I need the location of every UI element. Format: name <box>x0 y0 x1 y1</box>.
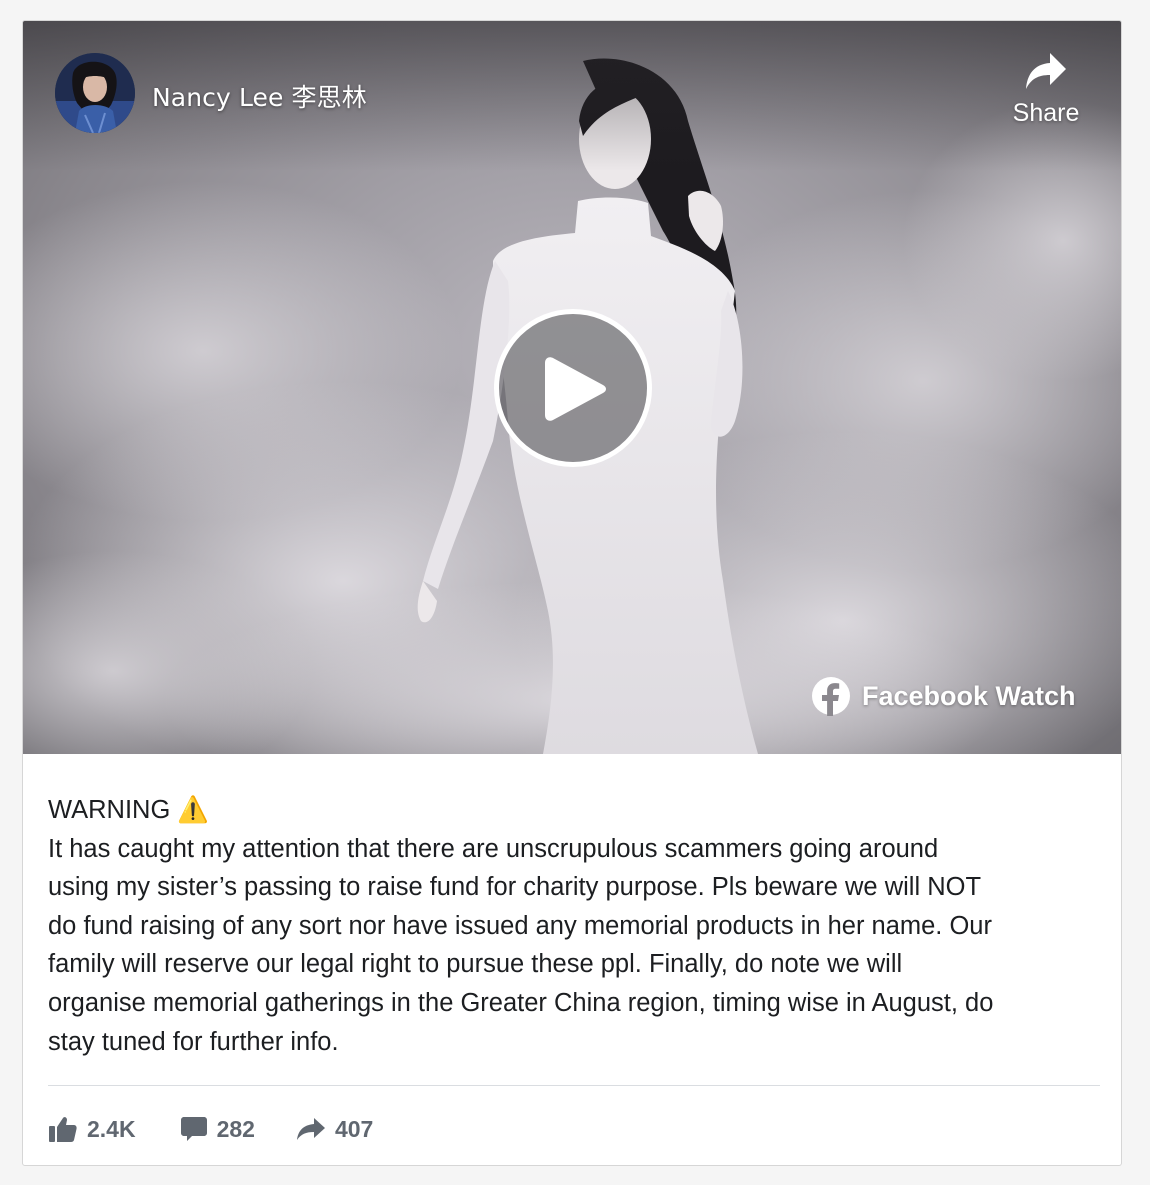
post-line: stay tuned for further info. <box>48 1027 339 1056</box>
video-post-card: Nancy Lee 李思林 Share Facebook Watch WARNI… <box>22 20 1122 1166</box>
post-heading: WARNING ⚠️ <box>48 796 210 824</box>
share-button[interactable]: Share <box>1001 51 1091 143</box>
facebook-watch-label: Facebook Watch <box>862 680 1076 711</box>
share-label: Share <box>1012 99 1080 127</box>
share-icon <box>1026 53 1066 89</box>
like-button[interactable]: 2.4K <box>49 1116 136 1143</box>
engagement-bar: 2.4K 282 407 <box>49 1109 373 1149</box>
facebook-logo-icon <box>812 677 850 716</box>
share-count-button[interactable]: 407 <box>296 1115 374 1143</box>
play-button[interactable] <box>494 309 652 467</box>
like-icon <box>49 1117 77 1142</box>
play-icon <box>545 357 606 421</box>
video-player[interactable]: Nancy Lee 李思林 Share Facebook Watch <box>23 21 1121 754</box>
avatar-image <box>55 53 135 133</box>
author-avatar[interactable] <box>55 53 135 133</box>
post-line: do fund raising of any sort nor have iss… <box>48 911 992 940</box>
divider <box>48 1085 1100 1086</box>
post-line: It has caught my attention that there ar… <box>48 834 939 863</box>
share-arrow-icon <box>296 1118 325 1140</box>
share-count: 407 <box>334 1115 374 1142</box>
post-line: organise memorial gatherings in the Grea… <box>48 988 994 1017</box>
comment-count: 282 <box>216 1115 255 1142</box>
post-line: using my sister’s passing to raise fund … <box>48 873 982 902</box>
comment-button[interactable]: 282 <box>180 1115 255 1143</box>
facebook-watch-link[interactable]: Facebook Watch <box>811 674 1076 718</box>
like-count: 2.4K <box>87 1115 136 1142</box>
comment-icon <box>180 1117 207 1141</box>
post-message: WARNING ⚠️ It has caught my attention th… <box>48 791 1103 1061</box>
post-line: family will reserve our legal right to p… <box>48 950 903 979</box>
author-name[interactable]: Nancy Lee 李思林 <box>152 78 367 114</box>
